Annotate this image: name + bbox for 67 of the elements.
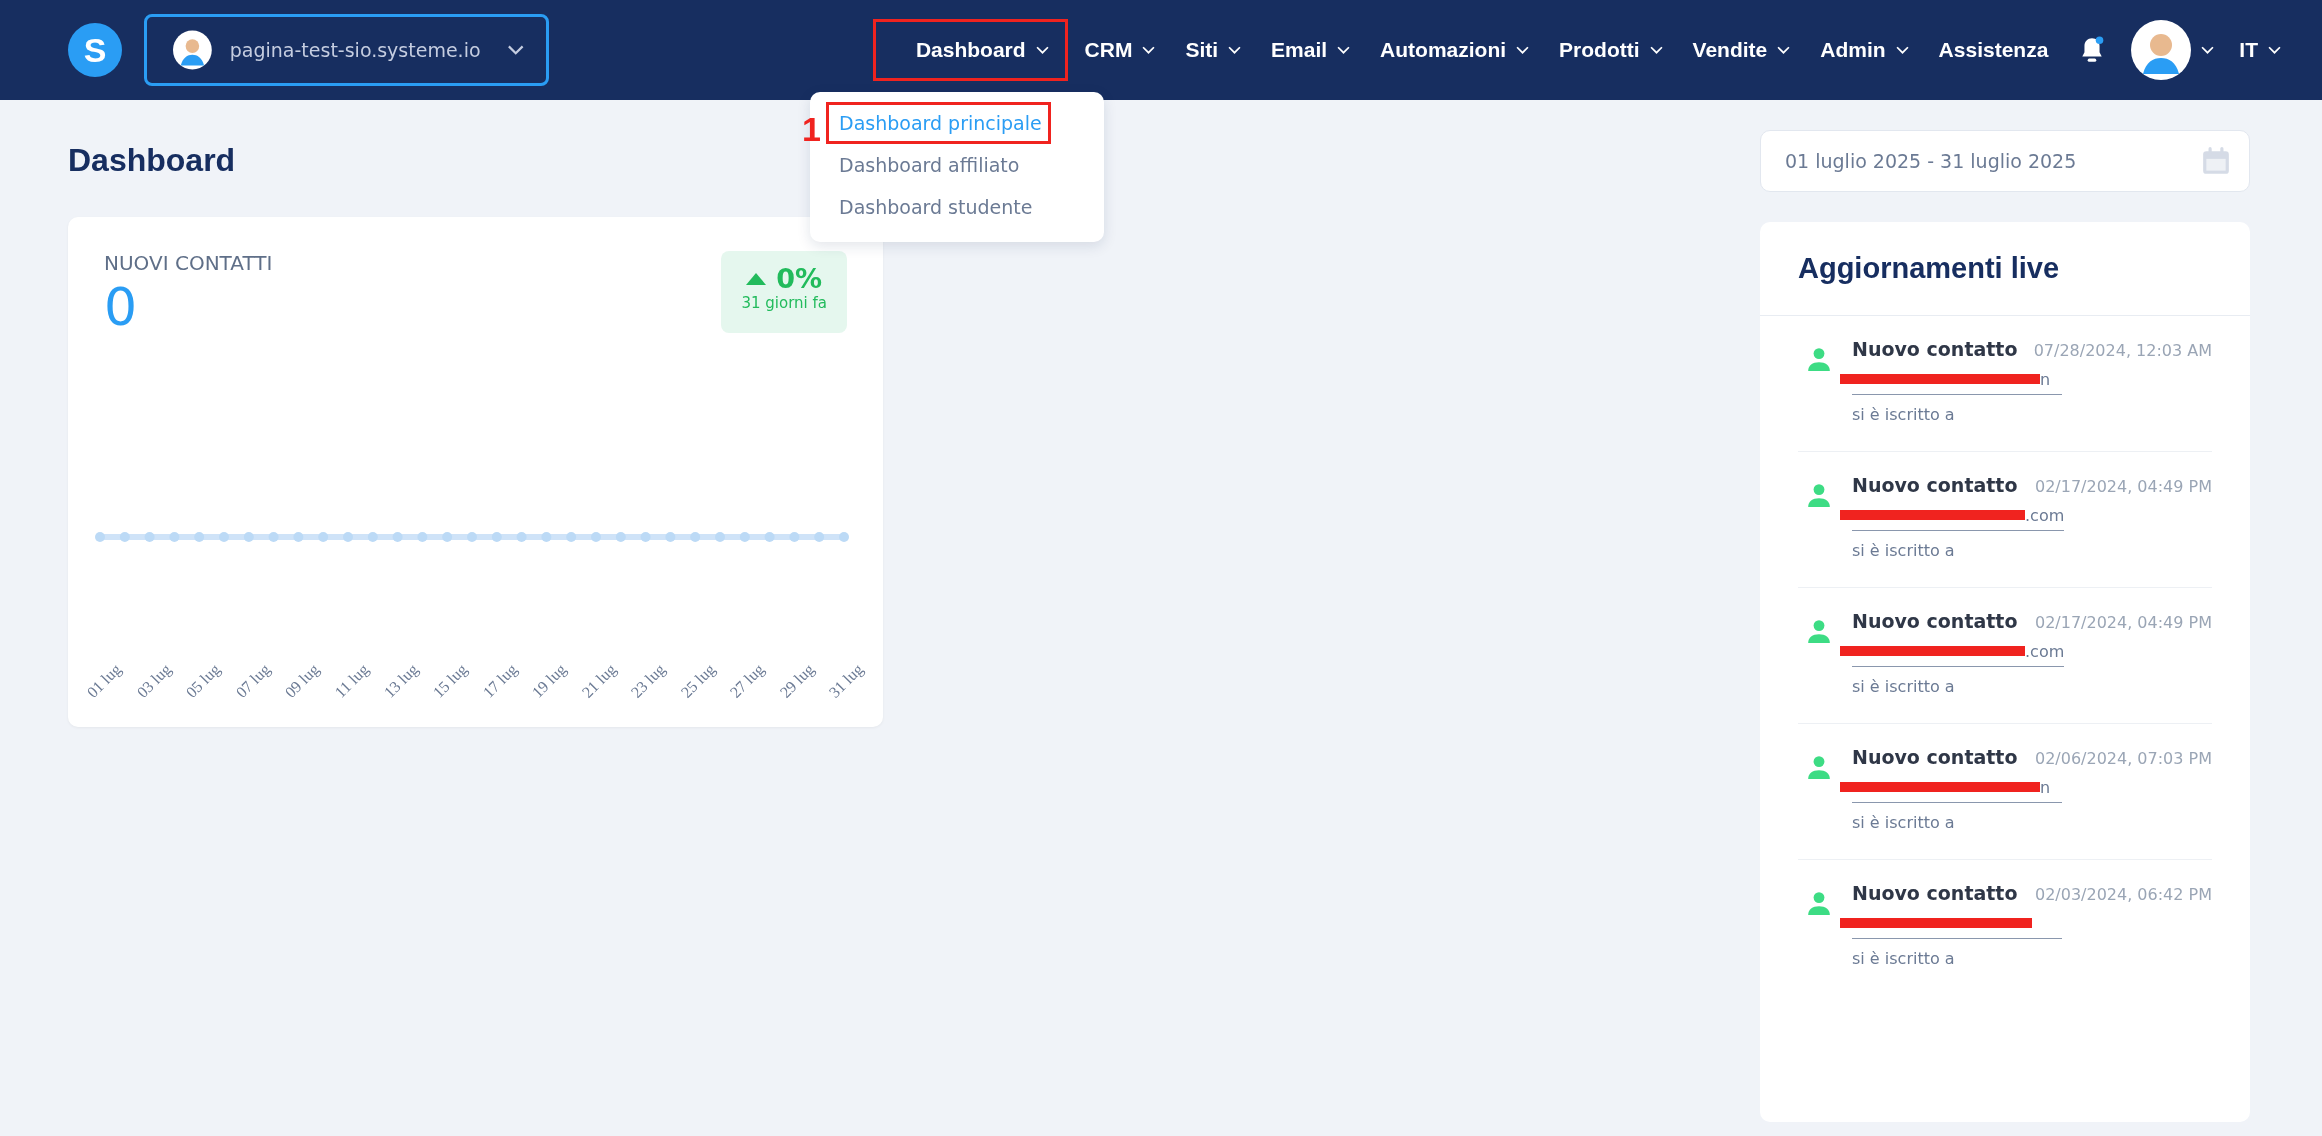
- update-time: 07/28/2024, 12:03 AM: [2033, 341, 2212, 360]
- axis-label: 21 lug: [578, 660, 620, 702]
- update-time: 02/03/2024, 06:42 PM: [2034, 885, 2212, 904]
- update-time: 02/17/2024, 04:49 PM: [2034, 477, 2212, 496]
- chevron-down-icon: [2201, 45, 2215, 55]
- nav-menu-item[interactable]: Prodotti: [1546, 23, 1676, 77]
- dropdown-item[interactable]: Dashboard affiliato: [826, 144, 1029, 186]
- calendar-icon: [2201, 146, 2231, 176]
- update-title: Nuovo contatto: [1852, 474, 2018, 496]
- nav-menu-item[interactable]: Dashboard: [872, 19, 1068, 81]
- axis-label: 07 lug: [232, 660, 274, 702]
- contact-address-link[interactable]: n: [2040, 777, 2051, 797]
- axis-label: 31 lug: [825, 660, 868, 702]
- axis-label: 09 lug: [281, 660, 323, 702]
- axis-label: 17 lug: [479, 660, 521, 702]
- nav-menu-item[interactable]: Vendite: [1679, 23, 1804, 77]
- change-period: 31 giorni fa: [741, 294, 827, 312]
- update-title: Nuovo contatto: [1852, 746, 2018, 768]
- axis-label: 03 lug: [133, 660, 175, 702]
- panel-title: Aggiornamenti live: [1760, 222, 2250, 316]
- language-selector[interactable]: IT: [2226, 23, 2294, 77]
- stat-value: 0: [104, 277, 139, 337]
- update-title: Nuovo contatto: [1852, 882, 2018, 904]
- axis-label: 19 lug: [528, 660, 571, 702]
- update-time: 02/06/2024, 07:03 PM: [2034, 749, 2212, 768]
- axis-label: 11 lug: [331, 660, 373, 702]
- chevron-down-icon: [506, 44, 524, 56]
- site-selector[interactable]: pagina-test-sio.systeme.io: [144, 14, 549, 86]
- stat-title: NUOVI CONTATTI: [104, 251, 273, 275]
- axis-label: 25 lug: [677, 660, 719, 702]
- axis-label: 29 lug: [776, 660, 818, 702]
- update-description: si è iscritto a: [1852, 813, 1956, 832]
- contact-address-link[interactable]: .com: [2025, 505, 2065, 525]
- person-icon: [1806, 754, 1832, 780]
- nav-menu-item[interactable]: Admin: [1807, 23, 1922, 77]
- contact-address-link[interactable]: n: [2040, 369, 2051, 389]
- nav-menu-item[interactable]: CRM: [1071, 23, 1169, 77]
- avatar-icon: [2131, 20, 2192, 80]
- person-icon: [1806, 618, 1832, 644]
- dropdown-item[interactable]: Dashboard studente: [826, 186, 1042, 228]
- person-icon: [1806, 890, 1832, 916]
- change-percent: 0%: [776, 263, 823, 294]
- update-title: Nuovo contatto: [1852, 338, 2018, 360]
- update-description: si è iscritto a: [1852, 405, 1956, 424]
- person-icon: [1806, 346, 1832, 372]
- date-range-field[interactable]: 01 luglio 2025 - 31 luglio 2025: [1760, 130, 2250, 192]
- axis-label: 01 lug: [83, 660, 125, 702]
- axis-label: 27 lug: [726, 660, 769, 702]
- update-description: si è iscritto a: [1852, 949, 1956, 968]
- person-icon: [1806, 482, 1832, 508]
- step-number: 1: [802, 110, 821, 149]
- nav-menu-item[interactable]: Email: [1258, 23, 1364, 77]
- nav-menu-item[interactable]: Assistenza: [1925, 23, 2062, 77]
- chevron-down-icon: [2268, 45, 2281, 55]
- update-time: 02/17/2024, 04:49 PM: [2034, 613, 2212, 632]
- nav-menu-item[interactable]: Siti: [1172, 23, 1255, 77]
- axis-label: 05 lug: [182, 660, 224, 702]
- nav-menu-item[interactable]: Automazioni: [1367, 23, 1543, 77]
- axis-label: 15 lug: [429, 660, 471, 702]
- axis-label: 13 lug: [380, 660, 422, 702]
- update-description: si è iscritto a: [1852, 677, 1956, 696]
- avatar-icon: [173, 30, 212, 70]
- axis-label: 23 lug: [627, 660, 670, 702]
- contact-address-link[interactable]: .com: [2025, 641, 2065, 661]
- update-title: Nuovo contatto: [1852, 610, 2018, 632]
- triangle-up-icon: [746, 272, 767, 285]
- update-description: si è iscritto a: [1852, 541, 1956, 560]
